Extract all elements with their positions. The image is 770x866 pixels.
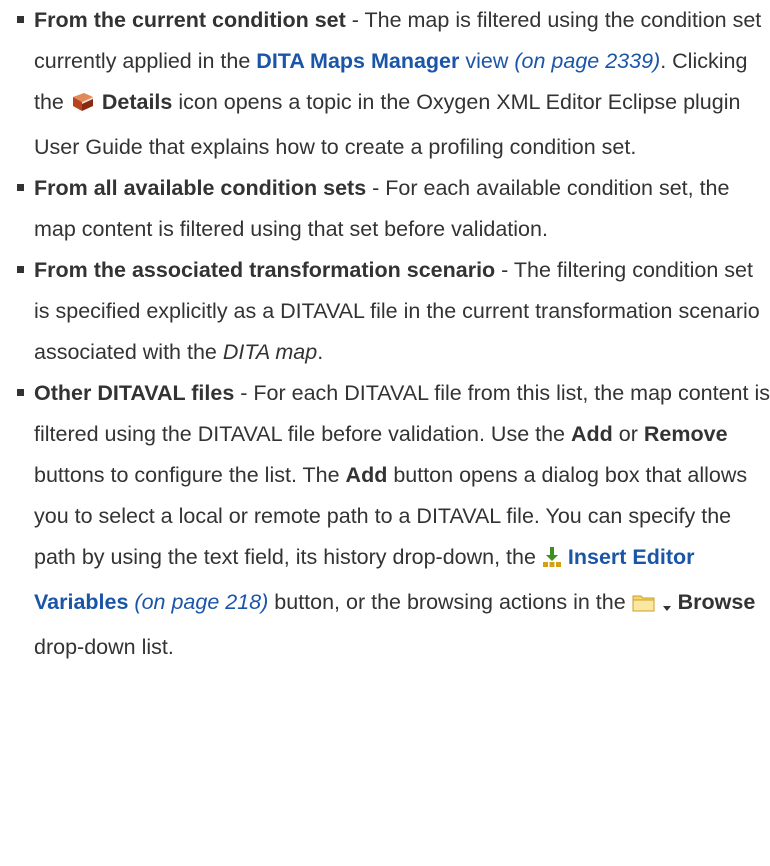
bullet [17,389,24,396]
text: or [612,422,644,446]
term: From the current condition set [34,8,346,32]
text: drop-down list. [34,635,174,659]
page: From the current condition set - The map… [0,0,770,668]
view-link-text[interactable]: view [459,49,508,73]
bullet [17,16,24,23]
remove-button-label: Remove [643,422,728,446]
page-ref-link[interactable]: (on page 218) [134,590,268,614]
term: Other DITAVAL files [34,381,235,405]
dita-map-term: DITA map [222,340,318,364]
insert-variable-icon [542,541,562,582]
bullet [17,184,24,191]
dita-maps-manager-link[interactable]: DITA Maps Manager [256,49,459,73]
list-item-associated-scenario: From the associated transformation scena… [14,250,770,373]
list-item-other-ditaval: Other DITAVAL files - For each DITAVAL f… [14,373,770,668]
folder-icon [632,586,656,627]
text: button, or the browsing actions in the [268,590,632,614]
option-list: From the current condition set - The map… [14,0,770,668]
list-item-all-condition-sets: From all available condition sets - For … [14,168,770,250]
browse-button-label: Browse [677,590,756,614]
term: From the associated transformation scena… [34,258,496,282]
add-button-label: Add [571,422,613,446]
term: From all available condition sets [34,176,367,200]
bullet [17,266,24,273]
book-icon [70,86,96,127]
list-item-current-condition-set: From the current condition set - The map… [14,0,770,168]
add-button-label: Add [345,463,388,487]
text: buttons to configure the list. The [34,463,346,487]
dropdown-arrow-icon [662,586,672,627]
text: . [317,340,324,364]
page-ref-link[interactable]: (on page 2339) [514,49,660,73]
details-button-label: Details [101,90,173,114]
